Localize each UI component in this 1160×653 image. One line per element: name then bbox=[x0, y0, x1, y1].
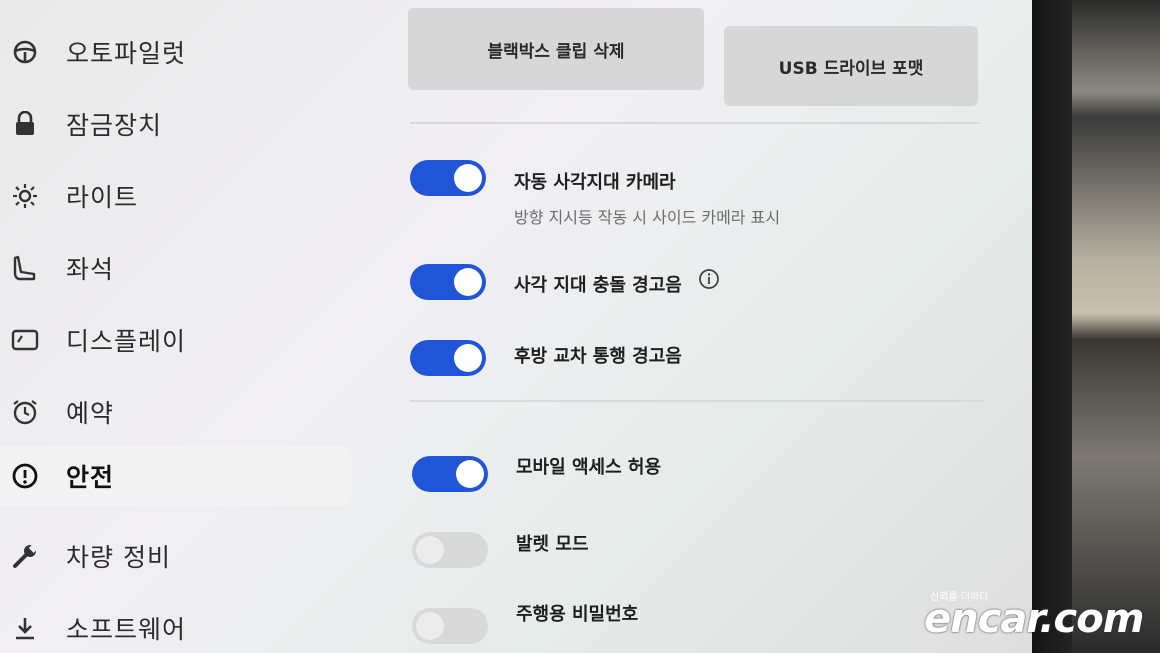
seat-icon bbox=[10, 253, 40, 283]
sidebar-item-safety[interactable]: 안전 bbox=[0, 446, 352, 506]
screen-bezel bbox=[1032, 0, 1072, 653]
toggle-knob bbox=[416, 612, 444, 640]
sidebar-item-autopilot[interactable]: 오토파일럿 bbox=[0, 22, 352, 82]
toggle-knob bbox=[454, 268, 482, 296]
watermark: 신뢰를 더하다 encar.com bbox=[924, 588, 1158, 648]
sidebar-item-display[interactable]: 디스플레이 bbox=[0, 310, 352, 370]
setting-title: 발렛 모드 bbox=[516, 534, 589, 555]
toggle-valet-mode[interactable] bbox=[412, 532, 488, 568]
sidebar-item-label: 좌석 bbox=[66, 255, 115, 284]
delete-dashcam-clips-button[interactable]: 블랙박스 클립 삭제 bbox=[408, 8, 704, 90]
info-icon[interactable] bbox=[698, 268, 720, 294]
display-icon bbox=[10, 325, 40, 355]
steering-wheel-icon bbox=[10, 37, 40, 67]
settings-screen: 오토파일럿 잠금장치 라이트 좌석 디스플레이 예약 안전 차량 정비 소프트웨… bbox=[0, 0, 1032, 653]
sidebar-item-schedule[interactable]: 예약 bbox=[0, 382, 352, 442]
toggle-knob bbox=[416, 536, 444, 564]
toggle-pin-to-drive[interactable] bbox=[412, 608, 488, 644]
car-interior-background bbox=[1072, 0, 1160, 653]
sidebar-item-label: 디스플레이 bbox=[66, 327, 187, 356]
section-divider bbox=[410, 122, 980, 124]
sun-icon bbox=[10, 181, 40, 211]
setting-title: 사각 지대 충돌 경고음 bbox=[514, 275, 682, 296]
sidebar-item-locks[interactable]: 잠금장치 bbox=[0, 94, 352, 154]
toggle-knob bbox=[454, 164, 482, 192]
sidebar-item-service[interactable]: 차량 정비 bbox=[0, 526, 352, 586]
toggle-blind-spot-chime[interactable] bbox=[410, 264, 486, 300]
setting-title: 모바일 액세스 허용 bbox=[516, 457, 662, 478]
setting-subtitle: 방향 지시등 작동 시 사이드 카메라 표시 bbox=[514, 208, 781, 227]
toggle-blind-spot-camera[interactable] bbox=[410, 160, 486, 196]
sidebar-item-label: 라이트 bbox=[66, 183, 139, 212]
sidebar-item-label: 잠금장치 bbox=[66, 111, 163, 140]
setting-title: 자동 사각지대 카메라 bbox=[514, 172, 676, 193]
toggle-knob bbox=[454, 344, 482, 372]
download-icon bbox=[10, 613, 40, 643]
sidebar-item-lights[interactable]: 라이트 bbox=[0, 166, 352, 226]
setting-title: 후방 교차 통행 경고음 bbox=[514, 346, 682, 367]
toggle-cross-traffic-chime[interactable] bbox=[410, 340, 486, 376]
format-usb-button[interactable]: USB 드라이브 포맷 bbox=[724, 26, 978, 106]
toggle-knob bbox=[456, 460, 484, 488]
setting-title: 주행용 비밀번호 bbox=[516, 604, 639, 625]
sidebar-item-label: 오토파일럿 bbox=[66, 39, 187, 68]
lock-icon bbox=[10, 109, 40, 139]
alarm-clock-icon bbox=[10, 397, 40, 427]
wrench-icon bbox=[10, 541, 40, 571]
settings-sidebar: 오토파일럿 잠금장치 라이트 좌석 디스플레이 예약 안전 차량 정비 소프트웨… bbox=[0, 0, 360, 653]
sidebar-item-label: 안전 bbox=[66, 463, 115, 492]
section-divider bbox=[410, 400, 984, 402]
sidebar-item-software[interactable]: 소프트웨어 bbox=[0, 598, 352, 653]
sidebar-item-label: 예약 bbox=[66, 399, 115, 428]
alert-circle-icon bbox=[10, 461, 40, 491]
watermark-logo: encar.com bbox=[924, 596, 1144, 642]
toggle-mobile-access[interactable] bbox=[412, 456, 488, 492]
sidebar-item-label: 차량 정비 bbox=[66, 543, 171, 572]
sidebar-item-label: 소프트웨어 bbox=[66, 615, 187, 644]
sidebar-item-seats[interactable]: 좌석 bbox=[0, 238, 352, 298]
